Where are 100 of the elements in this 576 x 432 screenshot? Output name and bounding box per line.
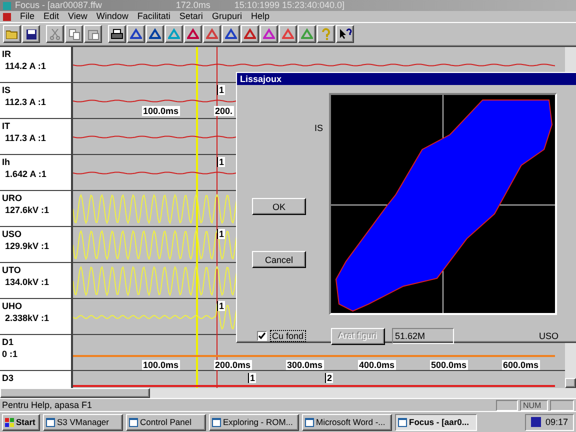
channel-value: 112.3 A :1 [4,96,46,108]
taskbar-button[interactable]: Microsoft Word -... [302,414,392,430]
status-text: Pentru Help, apasa F1 [2,400,94,410]
cursor-marker: 1 [217,85,226,95]
timestamp: 15:10:1999 15:23:40:040.0] [234,0,345,11]
toolbar-button[interactable] [146,25,164,43]
channel-value: 0 :1 [2,348,18,360]
tool-icon [206,28,218,40]
channel-value: 127.6kV :1 [4,204,50,216]
scissors-icon [50,28,60,40]
window-icon [212,418,221,426]
cursor-marker: 1 [248,373,256,383]
time-label: 200.0ms [214,360,252,370]
tool-icon [149,28,161,40]
tool-icon [263,28,275,40]
toolbar-button[interactable] [222,25,240,43]
time-label: 600.0ms [502,360,540,370]
copy-icon [68,28,80,40]
cursor-marker: 1 [217,157,226,167]
window-icon [398,418,407,426]
cu-fond-checkbox[interactable]: Cu fond [257,330,331,342]
toolbar-button[interactable] [260,25,278,43]
toolbar-button[interactable] [108,25,126,43]
channel-name: UTO [2,264,21,276]
menu-item[interactable]: Window [96,11,128,22]
toolbar-button[interactable] [279,25,297,43]
channel-value: 117.3 A :1 [4,132,46,144]
toolbar-button[interactable] [165,25,183,43]
channel-name: D3 [2,372,14,384]
keyboard-language-icon [531,417,542,427]
tool-icon [168,28,180,40]
menu-item[interactable]: Edit [44,11,60,22]
toolbar-button[interactable] [241,25,259,43]
cursor-marker: 1 [217,301,226,311]
taskbar-button[interactable]: S3 VManager [43,414,123,430]
channel-value: 2.338kV :1 [4,312,50,324]
x-axis-label: USO [539,331,560,341]
horizontal-scrollbar[interactable] [0,388,576,398]
toolbar-button[interactable] [184,25,202,43]
windows-logo-icon [5,418,14,426]
channel-name: URO [2,192,22,204]
channel-name: D1 [2,336,14,348]
menu-item[interactable]: Grupuri [212,11,242,22]
printer-icon [111,28,123,40]
dialog-button[interactable]: Cancel [252,251,306,268]
menu-item[interactable]: View [68,11,88,22]
toolbar-button[interactable] [127,25,145,43]
menu-item[interactable]: File [20,11,35,22]
question-mark-icon [322,28,330,40]
y-axis-label: IS [314,123,323,133]
toolbar-button[interactable] [317,25,335,43]
toolbar-button[interactable] [298,25,316,43]
window-icon [305,418,314,426]
time-label: 100.0ms [142,360,180,370]
time-offset: 172.0ms [176,0,210,11]
time-label: 200. [214,106,234,116]
window-icon [129,418,138,426]
menu-item[interactable]: Help [250,11,270,22]
tool-icon [130,28,142,40]
value-field: 51.62M [392,328,454,344]
toolbar-button[interactable] [3,25,21,43]
status-panel [496,400,518,410]
toolbar-button[interactable] [203,25,221,43]
document-icon [3,12,11,20]
tool-icon [225,28,237,40]
menu-item[interactable]: Facilitati [137,11,170,22]
time-label: 400.0ms [358,360,396,370]
status-panel [550,400,574,410]
menu-item[interactable]: Setari [179,11,203,22]
tool-icon [244,28,256,40]
channel-name: USO [2,228,22,240]
clipboard-icon [88,28,98,40]
dialog-button[interactable]: OK [252,198,306,215]
start-button[interactable]: Start [2,414,40,430]
channel-value: 114.2 A :1 [4,60,46,72]
num-lock-indicator: NUM [520,400,548,410]
channel-name: IR [2,48,11,60]
time-label: 100.0ms [142,106,180,116]
channel-value: 129.9kV :1 [4,240,50,252]
time-label: 300.0ms [286,360,324,370]
tool-icon [301,28,313,40]
channel-name: IS [2,84,11,96]
clock: 09:17 [545,417,568,427]
check-mark-icon [258,332,266,340]
window-title: Focus - [aar00087.ffw [15,0,102,11]
app-icon [3,2,11,10]
channel-name: UHO [2,300,22,312]
channel-name: IT [2,120,10,132]
time-label: 500.0ms [430,360,468,370]
channel-name: Ih [2,156,10,168]
toolbar-button[interactable] [336,25,354,43]
window-icon [46,418,55,426]
cursor-marker: 1 [217,229,226,239]
folder-icon [6,29,18,39]
toolbar-button[interactable] [22,25,40,43]
cursor-marker: 2 [325,373,334,383]
taskbar-button[interactable]: Exploring - ROM... [209,414,299,430]
taskbar-button[interactable]: Focus - [aar0... [395,414,477,430]
channel-value: 134.0kV :1 [4,276,50,288]
taskbar-button[interactable]: Control Panel [126,414,206,430]
